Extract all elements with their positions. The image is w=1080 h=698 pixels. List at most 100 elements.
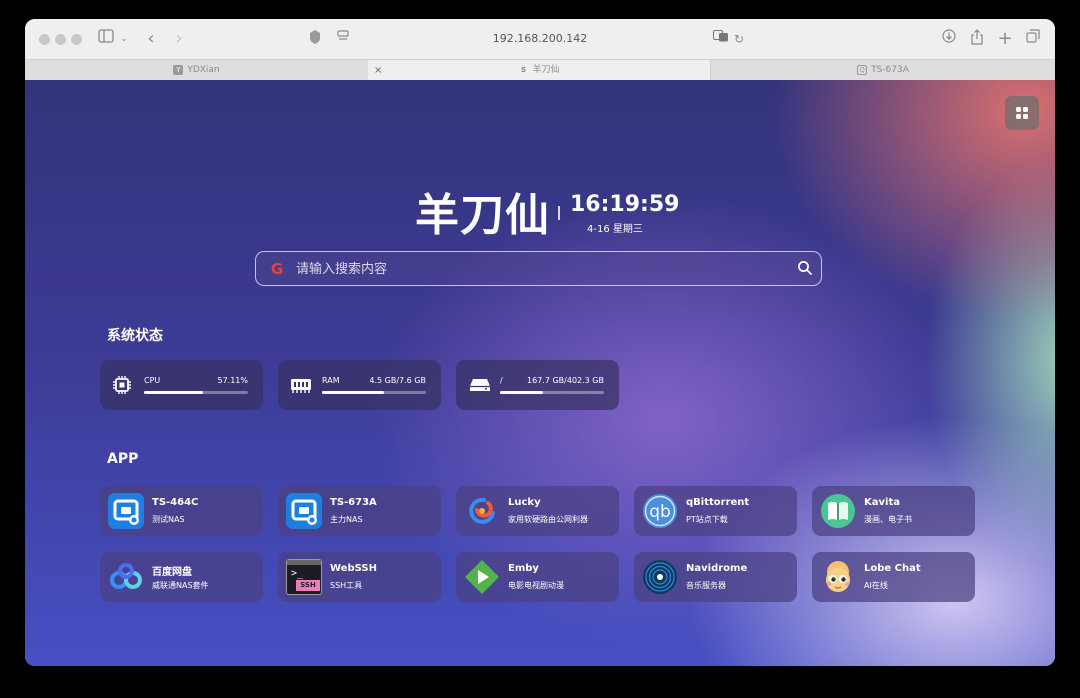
stat-progress-fill (500, 391, 544, 394)
tab-label: YDXian (187, 65, 220, 75)
stat-progress-track (500, 391, 604, 394)
app-name: WebSSH (330, 563, 377, 574)
app-desc: AI在线 (864, 581, 888, 590)
grid-dot (1016, 114, 1021, 119)
close-tab-icon[interactable]: × (374, 60, 382, 81)
app-card-ts-673a[interactable]: TS-673A 主力NAS (278, 486, 441, 536)
app-card-kavita[interactable]: Kavita 漫画、电子书 (812, 486, 975, 536)
app-card-ts-464c[interactable]: TS-464C 测试NAS (100, 486, 263, 536)
stat-progress-track (322, 391, 426, 394)
tab-favicon-icon: Q (857, 64, 868, 75)
app-section-title: APP (107, 451, 139, 467)
system-status-title: 系统状态 (107, 328, 163, 344)
tab-bar: Y YDXian × S 羊刀仙 Q TS-673A (25, 59, 1055, 82)
search-icon[interactable] (797, 260, 813, 276)
app-name: TS-464C (152, 497, 199, 508)
tab-yangdaoxian[interactable]: × S 羊刀仙 (368, 60, 710, 81)
sidebar-toggle-icon[interactable] (97, 29, 115, 49)
close-window-button[interactable] (39, 34, 50, 45)
tab-ts-673a[interactable]: Q TS-673A (710, 60, 1055, 81)
app-card-lobe-chat[interactable]: Lobe Chat AI在线 (812, 552, 975, 602)
stat-label: / (500, 376, 503, 385)
stat-value: 4.5 GB/7.6 GB (369, 376, 426, 385)
reload-icon[interactable]: ↻ (732, 29, 746, 49)
qnap-icon (108, 493, 144, 529)
app-desc: 家用软硬路由公网利器 (508, 515, 588, 524)
kavita-icon (821, 494, 855, 528)
terminal-prompt-icon: >_ (291, 568, 304, 579)
emby-icon (465, 560, 499, 594)
tab-label: 羊刀仙 (532, 65, 560, 75)
app-desc: PT站点下载 (686, 515, 728, 524)
zoom-window-button[interactable] (71, 34, 82, 45)
chevron-down-icon[interactable]: ⌄ (119, 29, 129, 49)
app-name: qBittorrent (686, 497, 750, 508)
minimize-window-button[interactable] (55, 34, 66, 45)
cpu-icon (113, 376, 131, 394)
app-desc: 威联通NAS套件 (152, 581, 209, 590)
grid-dot (1023, 114, 1028, 119)
page-menu-icon[interactable] (335, 29, 351, 49)
stat-progress-track (144, 391, 248, 394)
forward-button[interactable]: › (171, 29, 187, 49)
back-button[interactable]: ‹ (143, 29, 159, 49)
app-card-navidrome[interactable]: Navidrome 音乐服务器 (634, 552, 797, 602)
webssh-icon: >_ SSH (286, 559, 322, 595)
stat-card-disk[interactable]: / 167.7 GB/402.3 GB (456, 360, 619, 410)
new-tab-icon[interactable]: + (997, 29, 1013, 49)
browser-toolbar: ⌄ ‹ › 192.168.200.142 ↻ + (25, 19, 1055, 59)
baidu-netdisk-icon (110, 563, 142, 589)
app-card-lucky[interactable]: Lucky 家用软硬路由公网利器 (456, 486, 619, 536)
privacy-shield-icon[interactable] (307, 29, 323, 49)
clock-time: 16:19:59 (570, 192, 680, 217)
translate-icon[interactable] (713, 29, 729, 49)
app-desc: 音乐服务器 (686, 581, 726, 590)
dashboard-content: 羊刀仙 16:19:59 4-16 星期三 G 系统状态 CPU 57.11% (25, 80, 1055, 666)
search-bar: G (255, 251, 822, 286)
app-card-qbittorrent[interactable]: qb qBittorrent PT站点下载 (634, 486, 797, 536)
app-card-webssh[interactable]: >_ SSH WebSSH SSH工具 (278, 552, 441, 602)
qbittorrent-icon: qb (643, 494, 677, 528)
app-name: Emby (508, 563, 539, 574)
tab-label: TS-673A (871, 65, 909, 75)
tab-ydxian[interactable]: Y YDXian (25, 60, 368, 81)
clock-date: 4-16 星期三 (587, 224, 643, 235)
search-input[interactable] (294, 258, 788, 280)
stat-value: 57.11% (217, 376, 248, 385)
lucky-icon (469, 497, 495, 524)
disk-icon (470, 379, 490, 391)
stat-progress-fill (322, 391, 384, 394)
ssh-label: SSH (296, 580, 320, 591)
app-name: Lucky (508, 497, 541, 508)
app-desc: 电影电视剧动漫 (508, 581, 564, 590)
address-bar[interactable]: 192.168.200.142 (355, 28, 725, 50)
app-desc: 测试NAS (152, 515, 185, 524)
brand-title: 羊刀仙 (415, 190, 550, 241)
stat-card-cpu[interactable]: CPU 57.11% (100, 360, 263, 410)
app-card-emby[interactable]: Emby 电影电视剧动漫 (456, 552, 619, 602)
navidrome-icon (643, 560, 677, 594)
tab-favicon-icon: Y (173, 64, 184, 75)
app-name: TS-673A (330, 497, 377, 508)
lobe-chat-icon (826, 561, 850, 592)
tab-overview-icon[interactable] (1025, 29, 1041, 49)
share-icon[interactable] (969, 29, 985, 49)
app-name: Lobe Chat (864, 563, 921, 574)
grid-dot (1016, 107, 1021, 112)
stat-label: CPU (144, 376, 161, 385)
download-icon[interactable] (941, 29, 957, 49)
stat-card-ram[interactable]: RAM 4.5 GB/7.6 GB (278, 360, 441, 410)
stat-value: 167.7 GB/402.3 GB (527, 376, 604, 385)
app-name: 百度网盘 (152, 567, 192, 578)
app-desc: SSH工具 (330, 581, 363, 590)
app-grid-button[interactable] (1005, 96, 1039, 130)
stat-label: RAM (322, 376, 340, 385)
brand-divider (558, 206, 560, 220)
google-icon[interactable]: G (269, 261, 285, 277)
app-name: Navidrome (686, 563, 748, 574)
app-card-baidu-netdisk[interactable]: 百度网盘 威联通NAS套件 (100, 552, 263, 602)
browser-window: ⌄ ‹ › 192.168.200.142 ↻ + Y YDXian × S 羊… (25, 19, 1055, 666)
qnap-icon (286, 493, 322, 529)
ram-icon (291, 379, 311, 393)
svg-text:qb: qb (649, 502, 671, 522)
